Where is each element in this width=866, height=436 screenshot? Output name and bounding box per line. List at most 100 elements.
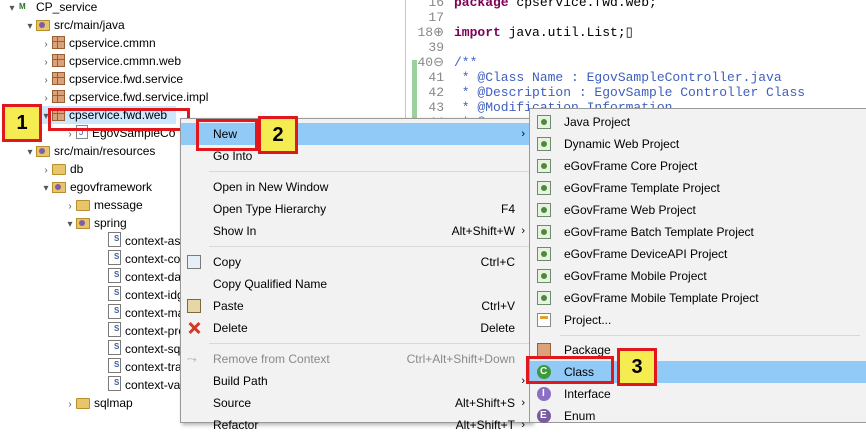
tree-item-label: context-ma [125, 306, 185, 320]
tree-item[interactable]: › message [64, 196, 143, 214]
submenu-item-package[interactable]: Package [530, 339, 866, 361]
menu-item-label: Paste [213, 299, 244, 313]
xml-file-icon [108, 302, 121, 320]
tree-item[interactable]: › cpservice.fwd.service.impl [40, 88, 208, 106]
submenu-item-label: Package [564, 343, 611, 357]
menu-item-copy-qualified-name[interactable]: Copy Qualified Name [181, 273, 531, 295]
menu-item-refactor[interactable]: Refactor Alt+Shift+T › [181, 414, 531, 436]
submenu-item-egovframe-template-project[interactable]: eGovFrame Template Project [530, 177, 866, 199]
menu-item-paste[interactable]: Paste Ctrl+V [181, 295, 531, 317]
submenu-item-label: Dynamic Web Project [564, 137, 680, 151]
menu-item-shortcut: Ctrl+C [480, 255, 515, 269]
folder-icon [52, 164, 66, 175]
tree-item[interactable]: › cpservice.cmmn [40, 34, 156, 52]
menu-item-source[interactable]: Source Alt+Shift+S › [181, 392, 531, 414]
xml-file-icon [108, 284, 121, 302]
menu-item-label: Show In [213, 224, 257, 238]
tree-item[interactable]: › db [40, 160, 83, 178]
collapse-arrow-icon[interactable]: ▾ [40, 180, 52, 198]
tree-item[interactable]: context-idg [96, 284, 184, 304]
submenu-item-egovframe-mobile-template-project[interactable]: eGovFrame Mobile Template Project [530, 287, 866, 309]
tree-item[interactable]: ›EgovSampleCo [64, 123, 176, 142]
code-line[interactable]: 16 package cpservice.fwd.web; [406, 0, 656, 10]
submenu-arrow-icon: › [521, 419, 525, 431]
tree-item[interactable]: › cpservice.fwd.service [40, 70, 183, 88]
menu-item-open-type-hierarchy[interactable]: Open Type Hierarchy F4 [181, 198, 531, 220]
submenu-item-project[interactable]: Project... [530, 309, 866, 331]
submenu-item-class[interactable]: Class [530, 361, 866, 383]
xml-file-icon [108, 374, 121, 392]
submenu-arrow-icon: › [521, 225, 525, 237]
submenu-arrow-icon: › [521, 397, 525, 409]
menu-item-label: Go Into [213, 149, 253, 163]
code-line[interactable]: 17 [406, 10, 454, 25]
tree-item-label: message [94, 198, 143, 212]
menu-item-build-path[interactable]: Build Path › [181, 370, 531, 392]
code-text: * @Class Name : EgovSampleController.jav… [454, 70, 782, 85]
tree-item-label: context-sql [125, 342, 184, 356]
menu-item-label: Source [213, 396, 252, 410]
code-line[interactable]: 39 [406, 40, 454, 55]
xml-file-icon [108, 356, 121, 374]
xml-file-icon [108, 338, 121, 356]
submenu-item-egovframe-mobile-project[interactable]: eGovFrame Mobile Project [530, 265, 866, 287]
tree-item[interactable]: context-cor [96, 248, 184, 268]
egov-mobile-template-icon [537, 291, 551, 305]
tree-item[interactable]: context-vali [96, 374, 186, 394]
tree-item[interactable]: context-pro [96, 320, 185, 340]
tree-item[interactable]: ▾ src/main/java [24, 16, 124, 36]
submenu-item-interface[interactable]: Interface [530, 383, 866, 405]
package-icon [52, 108, 65, 121]
collapse-arrow-icon[interactable]: ▾ [64, 216, 76, 234]
collapse-arrow-icon[interactable]: ▾ [24, 18, 36, 36]
submenu-item-enum[interactable]: Enum [530, 405, 866, 427]
menu-item-show-in[interactable]: Show In Alt+Shift+W › [181, 220, 531, 242]
code-line[interactable]: 18⊕ import java.util.List;▯ [406, 25, 633, 40]
tree-item[interactable]: ▾ CP_service [6, 0, 97, 16]
submenu-item-egovframe-batch-template-project[interactable]: eGovFrame Batch Template Project [530, 221, 866, 243]
expand-arrow-icon[interactable]: › [64, 396, 76, 414]
menu-item-copy[interactable]: Copy Ctrl+C [181, 251, 531, 273]
xml-file-icon [108, 230, 121, 248]
tree-item[interactable]: context-asp [96, 230, 187, 250]
project-generic-icon [537, 313, 551, 327]
menu-item-label: Copy Qualified Name [213, 277, 328, 291]
code-line[interactable]: 42 * @Description : EgovSample Controlle… [406, 85, 805, 100]
tree-item[interactable]: context-tra [96, 356, 182, 376]
menu-item-remove-from-context[interactable]: ⤳ Remove from Context Ctrl+Alt+Shift+Down [181, 348, 531, 370]
submenu-item-egovframe-core-project[interactable]: eGovFrame Core Project [530, 155, 866, 177]
submenu-item-java-project[interactable]: Java Project [530, 111, 866, 133]
menu-item-shortcut: F4 [500, 202, 515, 216]
submenu-item-egovframe-web-project[interactable]: eGovFrame Web Project [530, 199, 866, 221]
submenu-item-label: eGovFrame Web Project [564, 203, 696, 217]
tree-item-label: EgovSampleCo [92, 126, 176, 140]
submenu-item-egovframe-deviceapi-project[interactable]: eGovFrame DeviceAPI Project [530, 243, 866, 265]
submenu-arrow-icon: › [521, 375, 525, 387]
source-folder-icon [36, 146, 50, 157]
tree-item[interactable]: context-dat [96, 266, 185, 286]
tree-item[interactable]: context-ma [96, 302, 185, 322]
collapse-arrow-icon[interactable]: ▾ [6, 0, 18, 18]
tree-item-label: context-dat [125, 270, 185, 284]
submenu-item-label: eGovFrame Template Project [564, 181, 720, 195]
tree-item[interactable]: › cpservice.cmmn.web [40, 52, 181, 70]
tree-item[interactable]: › sqlmap [64, 394, 132, 414]
collapse-arrow-icon[interactable]: ▾ [24, 144, 36, 162]
tree-item-label: cpservice.cmmn [69, 36, 156, 50]
menu-item-label: Delete [213, 321, 248, 335]
menu-item-open-in-new-window[interactable]: Open in New Window [181, 176, 531, 198]
class-icon [537, 365, 551, 379]
submenu-item-dynamic-web-project[interactable]: Dynamic Web Project [530, 133, 866, 155]
menu-item-delete[interactable]: Delete Delete [181, 317, 531, 339]
menu-item-go-into[interactable]: Go Into [181, 145, 531, 167]
web-project-icon [537, 137, 551, 151]
code-line[interactable]: 41 * @Class Name : EgovSampleController.… [406, 70, 782, 85]
tree-item[interactable]: ▾ src/main/resources [24, 142, 155, 160]
submenu-item-label: Interface [564, 387, 611, 401]
callout-2: 2 [258, 116, 298, 154]
tree-item[interactable]: ▾ egovframework [40, 178, 152, 196]
menu-item-new[interactable]: New › [181, 123, 531, 145]
tree-item[interactable]: context-sql [96, 338, 184, 358]
tree-item[interactable]: ▾ cpservice.fwd.web [40, 106, 176, 124]
package-icon [52, 36, 65, 49]
